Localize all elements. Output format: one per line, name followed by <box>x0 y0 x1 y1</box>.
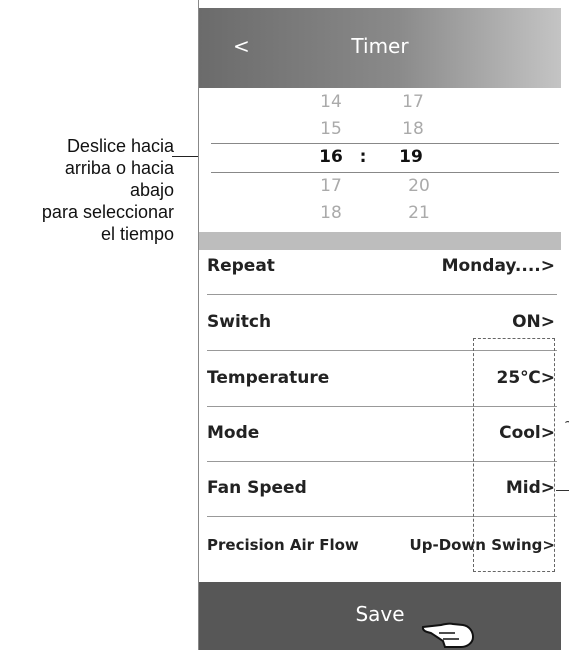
page-title: Timer <box>351 34 409 58</box>
setting-label: Temperature <box>207 368 330 388</box>
minute-option[interactable]: 20 <box>399 176 439 196</box>
save-button[interactable]: Save <box>199 582 561 650</box>
header-bar: < Timer <box>199 8 561 88</box>
hand-pointer-icon <box>421 622 475 648</box>
selection-line-top <box>211 143 559 144</box>
setting-label: Precision Air Flow <box>207 536 359 554</box>
setting-label: Switch <box>207 312 272 332</box>
selection-line-bottom <box>211 172 559 173</box>
annotation-line: abajo <box>129 180 174 200</box>
save-label: Save <box>355 602 405 626</box>
annotation-line: arriba o hacia <box>64 158 174 178</box>
value-highlight-box <box>473 338 555 572</box>
setting-label: Mode <box>207 423 260 443</box>
side-mark: ~ <box>564 415 569 430</box>
instruction-annotation: Deslice hacia arriba o hacia abajo para … <box>0 135 174 245</box>
side-pointer-line <box>556 490 569 491</box>
setting-label: Repeat <box>207 256 275 276</box>
phone-screen: < Timer 14 15 16 17 18 : 17 18 19 20 21 … <box>198 0 561 650</box>
minute-option[interactable]: 17 <box>393 92 433 112</box>
hour-selected[interactable]: 16 <box>311 147 351 167</box>
time-separator: : <box>359 147 367 167</box>
minute-option[interactable]: 21 <box>399 203 439 223</box>
setting-value[interactable]: Monday....> <box>442 256 555 276</box>
annotation-line: Deslice hacia <box>66 136 174 156</box>
annotation-line: el tiempo <box>100 224 174 244</box>
hour-option[interactable]: 17 <box>311 176 351 196</box>
setting-row-repeat[interactable]: Repeat Monday....> <box>199 240 561 295</box>
setting-label: Fan Speed <box>207 478 307 498</box>
time-picker[interactable]: 14 15 16 17 18 : 17 18 19 20 21 <box>199 88 561 232</box>
minute-option[interactable]: 18 <box>393 119 433 139</box>
annotation-line: para seleccionar <box>41 202 174 222</box>
setting-value[interactable]: ON> <box>512 312 555 332</box>
row-divider <box>207 294 557 295</box>
minute-selected[interactable]: 19 <box>391 147 431 167</box>
hour-option[interactable]: 18 <box>311 203 351 223</box>
hour-option[interactable]: 14 <box>311 92 351 112</box>
hour-option[interactable]: 15 <box>311 119 351 139</box>
